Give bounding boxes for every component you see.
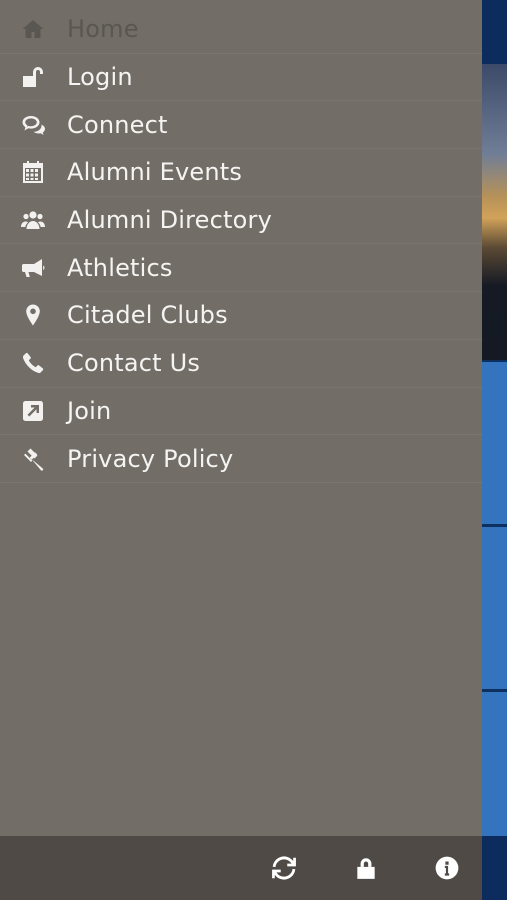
menu-item-alumni-directory[interactable]: Alumni Directory — [0, 197, 482, 245]
menu-item-contact-us[interactable]: Contact Us — [0, 340, 482, 388]
menu-item-label: Login — [67, 63, 133, 92]
menu-item-alumni-events[interactable]: Alumni Events — [0, 149, 482, 197]
menu-item-label: Privacy Policy — [67, 444, 234, 473]
background-footer — [482, 836, 507, 900]
group-icon — [20, 207, 46, 233]
menu-item-label: Home — [67, 15, 139, 44]
calendar-icon — [20, 159, 46, 185]
refresh-icon — [272, 856, 296, 880]
lock-icon — [357, 858, 375, 879]
menu-item-login[interactable]: Login — [0, 54, 482, 102]
menu-item-connect[interactable]: Connect — [0, 101, 482, 150]
drawer-footer-toolbar — [0, 836, 482, 900]
home-icon — [20, 16, 46, 42]
menu-item-label: Citadel Clubs — [67, 301, 228, 330]
menu-item-athletics[interactable]: Athletics — [0, 244, 482, 293]
background-header — [482, 0, 507, 64]
menu-item-label: Alumni Directory — [67, 206, 272, 235]
menu-item-label: Connect — [67, 110, 168, 139]
external-link-square-icon — [20, 398, 46, 424]
drawer-menu: Home Login Connect Alumni Events Alumni — [0, 6, 482, 483]
background-tile[interactable] — [482, 362, 507, 524]
menu-item-privacy-policy[interactable]: Privacy Policy — [0, 435, 482, 483]
menu-item-join[interactable]: Join — [0, 388, 482, 436]
chat-bubbles-icon — [20, 112, 46, 138]
menu-item-home[interactable]: Home — [0, 6, 482, 54]
gavel-icon — [20, 446, 46, 472]
menu-item-label: Contact Us — [67, 349, 201, 378]
phone-icon — [20, 350, 46, 376]
unlock-icon — [20, 64, 46, 90]
background-tile[interactable] — [482, 527, 507, 689]
menu-item-label: Alumni Events — [67, 158, 243, 187]
menu-item-citadel-clubs[interactable]: Citadel Clubs — [0, 292, 482, 340]
menu-item-label: Join — [67, 396, 112, 425]
lock-button[interactable] — [352, 854, 380, 882]
refresh-button[interactable] — [270, 854, 298, 882]
menu-item-label: Athletics — [67, 253, 173, 282]
map-pin-icon — [20, 302, 46, 328]
info-button[interactable] — [433, 854, 461, 882]
background-tile[interactable] — [482, 692, 507, 836]
megaphone-icon — [20, 255, 46, 281]
navigation-drawer: Home Login Connect Alumni Events Alumni — [0, 0, 482, 900]
info-icon — [435, 856, 459, 880]
background-hero-image — [482, 64, 507, 360]
background-app-strip — [482, 0, 507, 900]
